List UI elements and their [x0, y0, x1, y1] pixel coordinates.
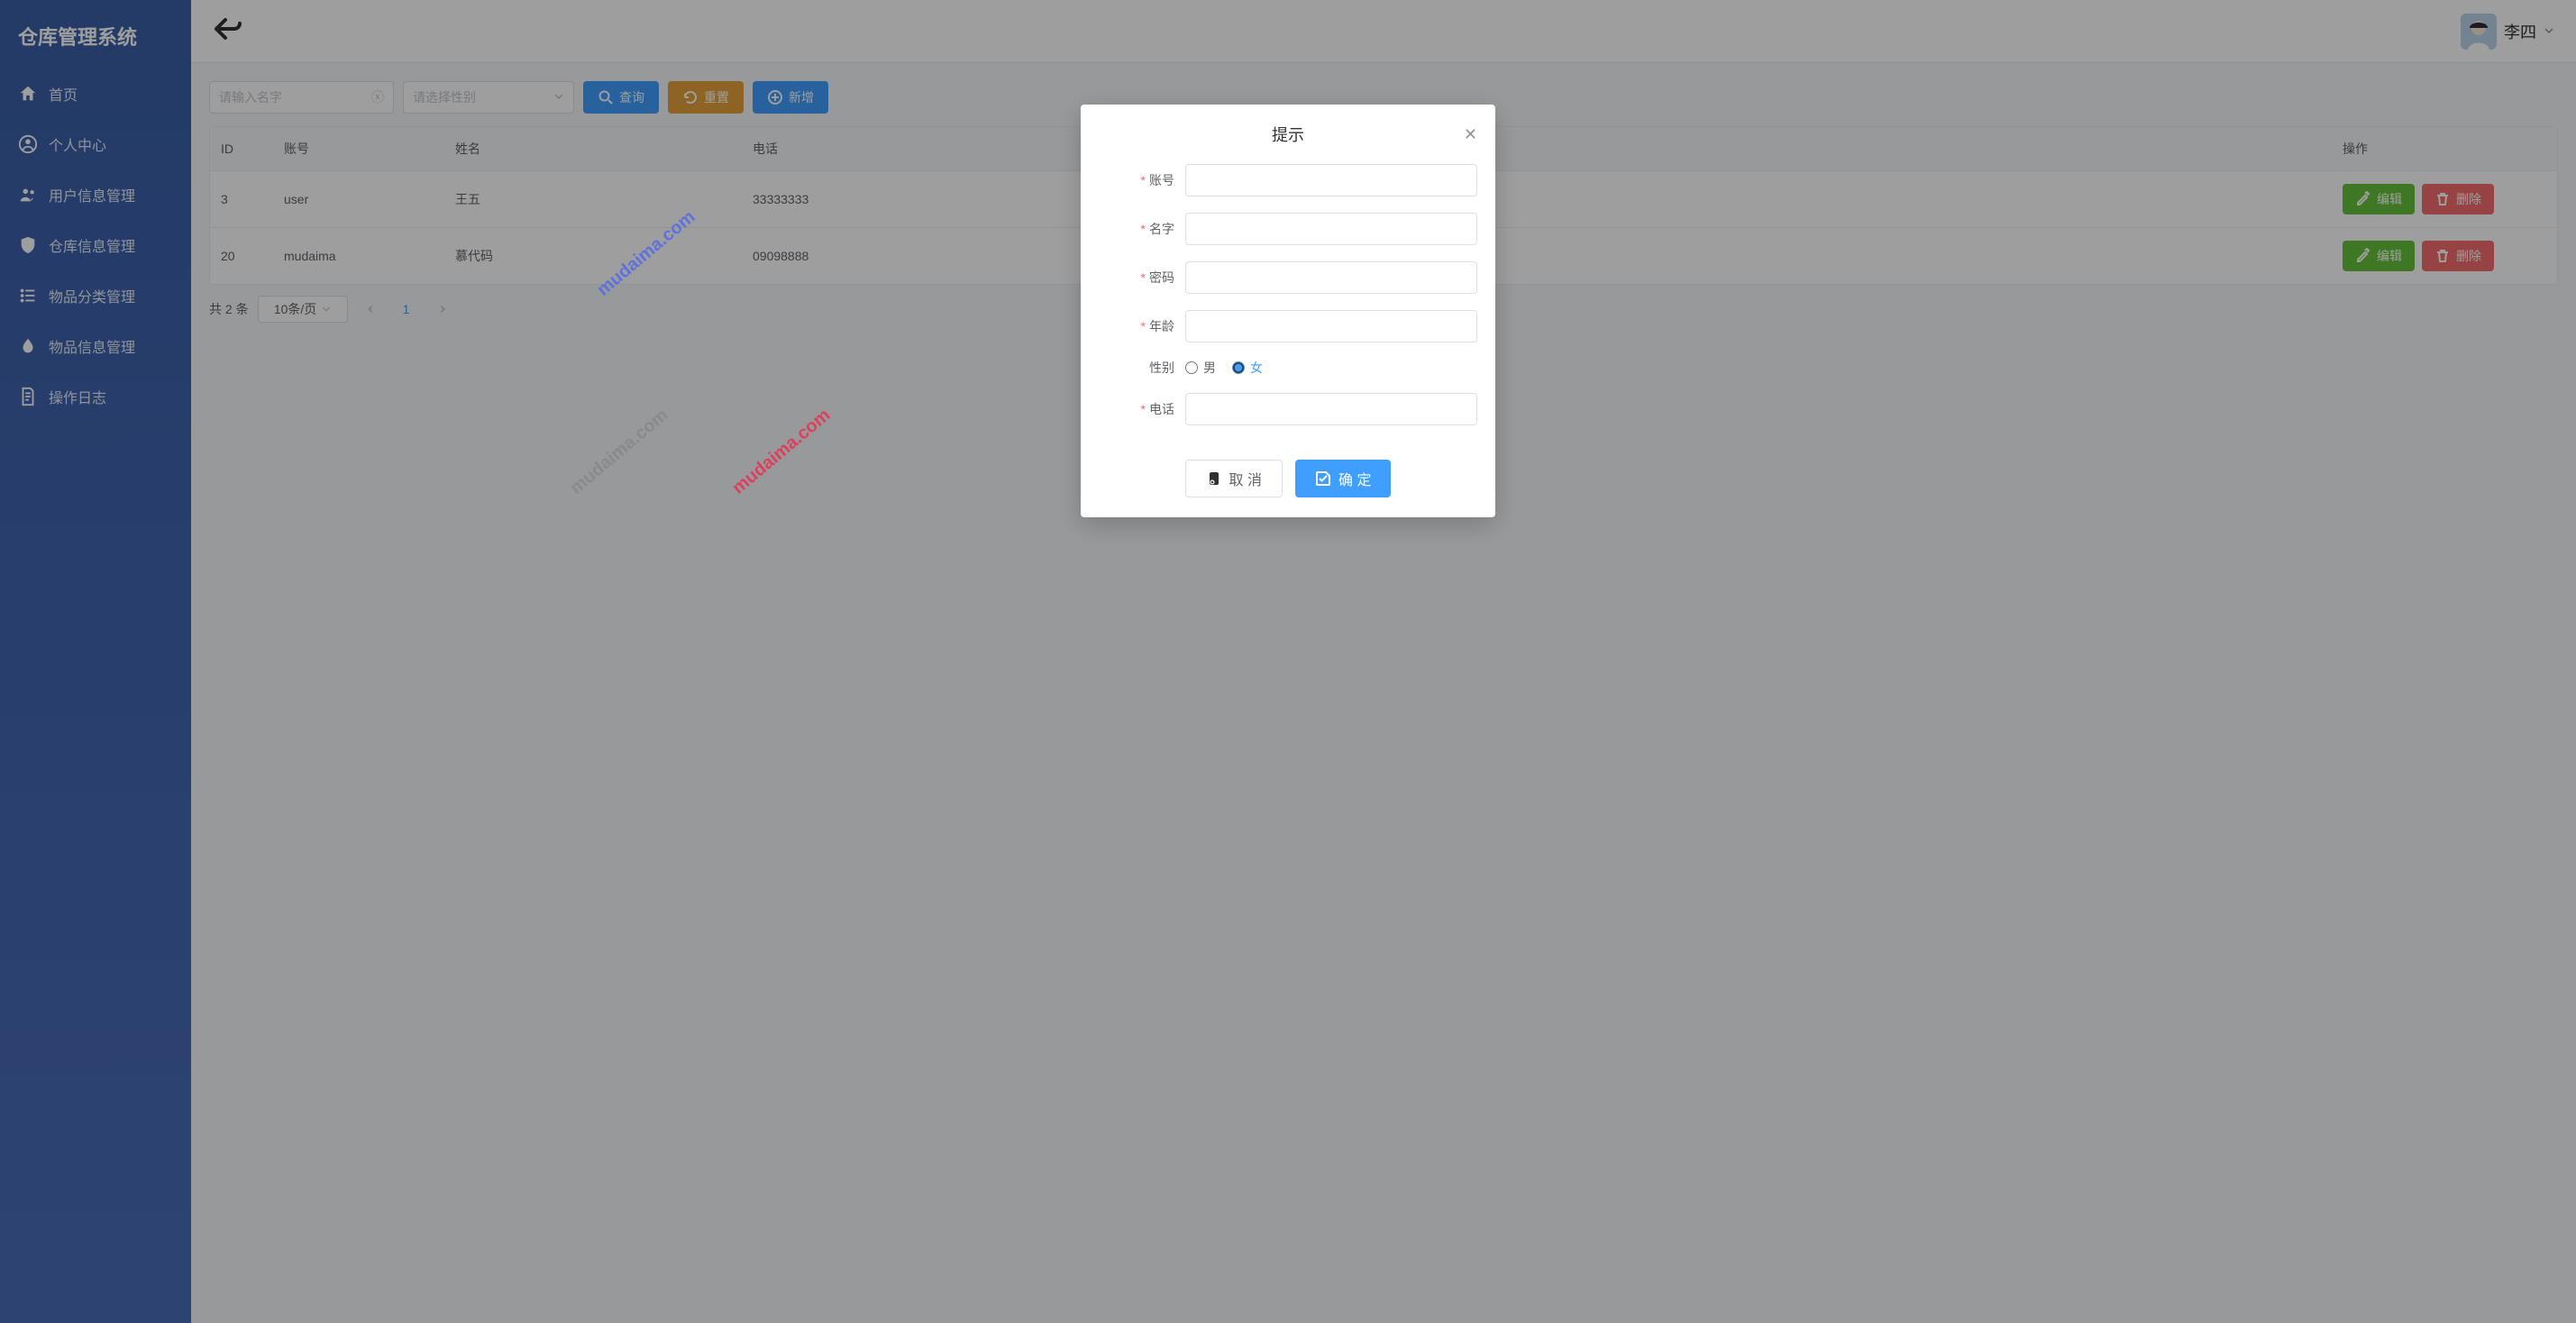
form-row-age: *年龄: [1099, 310, 1477, 342]
confirm-icon: [1315, 470, 1331, 487]
name-input[interactable]: [1185, 213, 1477, 245]
cancel-button[interactable]: 取 消: [1185, 460, 1283, 497]
button-label: 确 定: [1338, 468, 1371, 489]
gender-radio-male[interactable]: 男: [1185, 359, 1216, 377]
modal-overlay[interactable]: 提示 ✕ *账号 *名字 *密码 *年龄 性别 男 女: [0, 0, 2576, 1323]
cancel-icon: [1206, 470, 1222, 487]
form-row-gender: 性别 男 女: [1099, 359, 1477, 377]
field-label: *账号: [1099, 171, 1185, 189]
close-icon[interactable]: ✕: [1459, 125, 1477, 144]
form-row-account: *账号: [1099, 164, 1477, 196]
phone-input[interactable]: [1185, 393, 1477, 425]
gender-radio-female[interactable]: 女: [1232, 359, 1263, 377]
form-row-phone: *电话: [1099, 393, 1477, 425]
field-label: 性别: [1099, 359, 1185, 377]
field-label: *密码: [1099, 269, 1185, 287]
dialog-title: 提示: [1117, 123, 1459, 146]
confirm-button[interactable]: 确 定: [1295, 460, 1391, 497]
button-label: 取 消: [1229, 468, 1262, 489]
field-label: *电话: [1099, 400, 1185, 418]
dialog: 提示 ✕ *账号 *名字 *密码 *年龄 性别 男 女: [1081, 105, 1495, 517]
password-input[interactable]: [1185, 261, 1477, 294]
account-input[interactable]: [1185, 164, 1477, 196]
age-input[interactable]: [1185, 310, 1477, 342]
field-label: *年龄: [1099, 317, 1185, 335]
form-row-password: *密码: [1099, 261, 1477, 294]
form-row-name: *名字: [1099, 213, 1477, 245]
field-label: *名字: [1099, 220, 1185, 238]
